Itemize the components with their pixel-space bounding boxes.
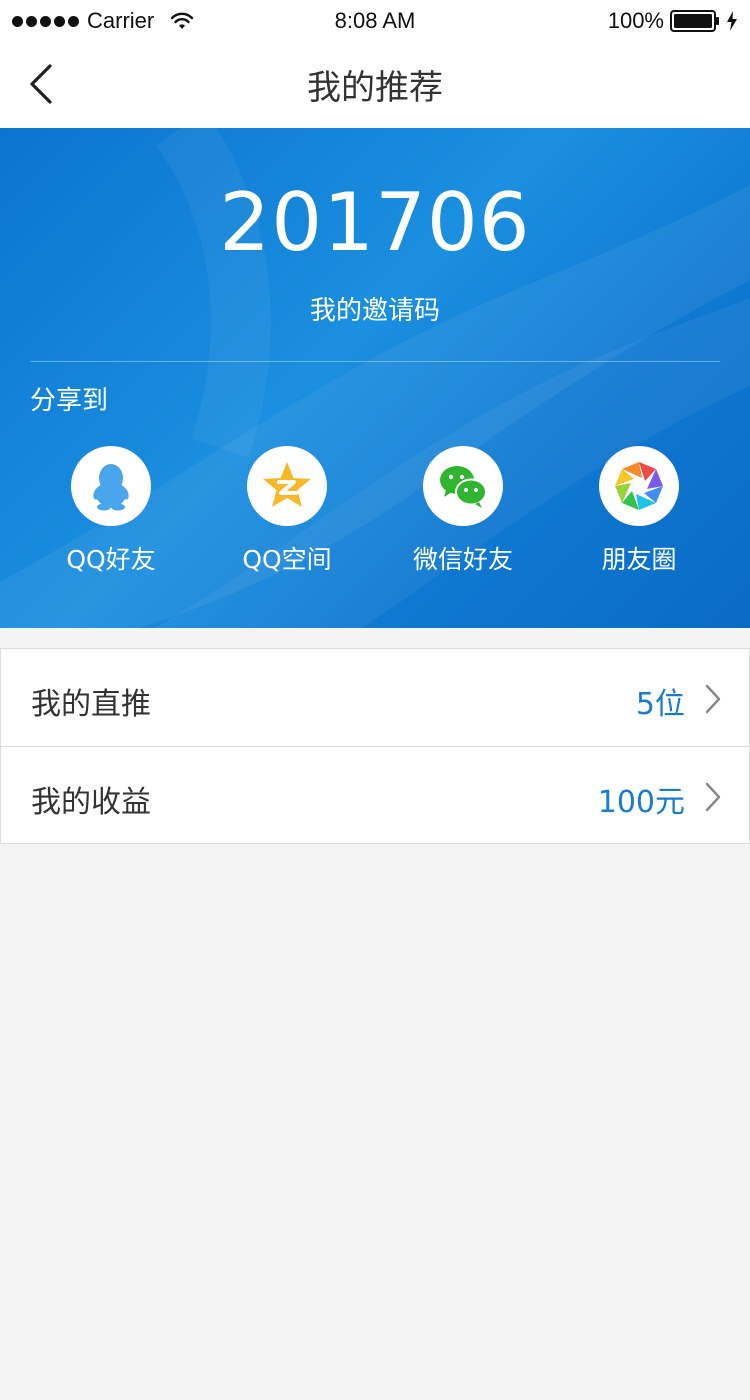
moments-aperture-icon <box>615 462 663 510</box>
share-qzone-button[interactable]: QQ空间 <box>217 446 357 576</box>
qzone-star-icon <box>263 462 311 507</box>
page-title: 我的推荐 <box>307 68 443 108</box>
share-moments-label: 朋友圈 <box>601 545 677 574</box>
invite-hero: 201706 我的邀请码 分享到 QQ好友 QQ空间 微信好友 朋友圈 <box>0 128 750 628</box>
chevron-right-icon <box>705 684 721 714</box>
charging-bolt-icon <box>727 11 737 31</box>
battery-percent: 100% <box>607 8 664 33</box>
wechat-icon <box>440 466 487 508</box>
share-qzone-circle <box>247 446 327 526</box>
share-moments-button[interactable]: 朋友圈 <box>569 446 709 576</box>
invite-code-label: 我的邀请码 <box>309 296 440 326</box>
share-wechat-friends-button[interactable]: 微信好友 <box>393 446 533 576</box>
status-bar: Carrier 8:08 AM 100% <box>0 0 750 40</box>
share-targets: QQ好友 QQ空间 微信好友 朋友圈 <box>0 446 750 576</box>
status-right: 100% <box>608 8 738 34</box>
chevron-right-icon <box>705 782 721 812</box>
share-qq-friends-label: QQ好友 <box>66 545 156 574</box>
invite-code: 201706 <box>219 176 531 269</box>
qq-penguin-icon <box>93 464 129 511</box>
list-item-direct-referrals[interactable]: 我的直推 5位 <box>0 649 750 746</box>
share-wechat-friends-circle <box>423 446 503 526</box>
referral-list: 我的直推 5位 我的收益 100元 <box>0 648 750 844</box>
list-item-label: 我的收益 <box>31 785 151 820</box>
share-moments-circle <box>599 446 679 526</box>
share-qq-friends-circle <box>71 446 151 526</box>
list-item-value: 100元 <box>597 785 685 820</box>
share-label: 分享到 <box>30 386 109 416</box>
list-item-earnings[interactable]: 我的收益 100元 <box>0 746 750 843</box>
battery-icon <box>670 10 719 32</box>
list-item-label: 我的直推 <box>31 687 151 722</box>
share-qzone-label: QQ空间 <box>242 545 332 574</box>
hero-divider <box>30 361 720 362</box>
share-qq-friends-button[interactable]: QQ好友 <box>41 446 181 576</box>
nav-bar: 我的推荐 <box>0 40 750 128</box>
list-item-value: 5位 <box>635 687 685 722</box>
share-wechat-friends-label: 微信好友 <box>412 545 513 574</box>
